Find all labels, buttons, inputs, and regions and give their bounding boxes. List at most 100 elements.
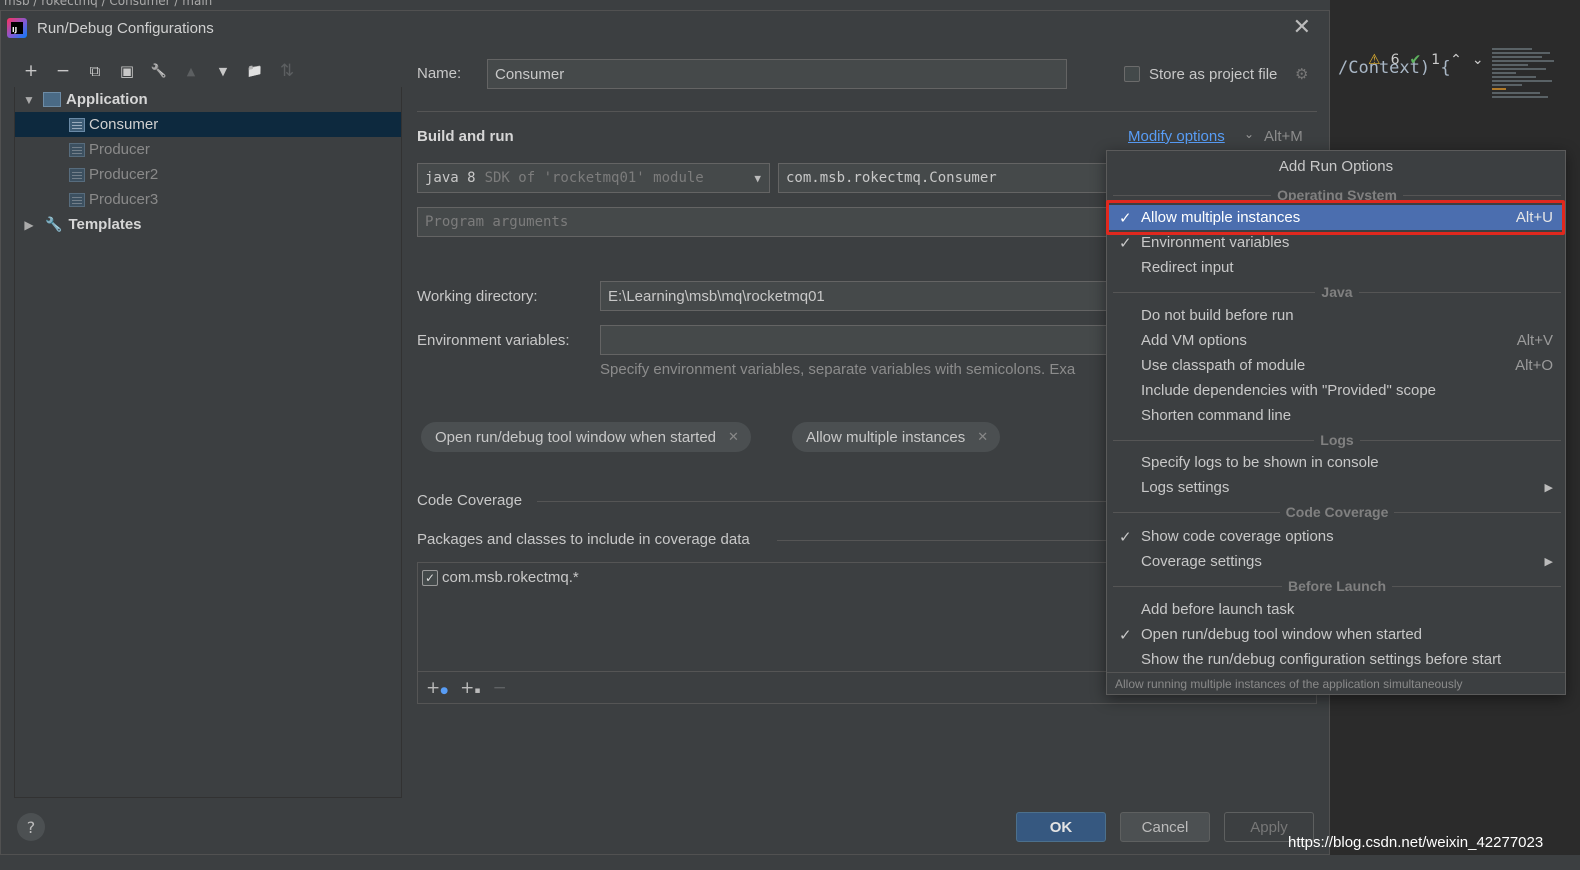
option-label: Redirect input (1141, 259, 1234, 276)
config-icon (69, 192, 85, 207)
section-operating-system: Operating System (1113, 187, 1561, 203)
submenu-arrow-icon: ▶ (1544, 482, 1553, 494)
option-redirect-input[interactable]: Redirect input (1107, 255, 1565, 280)
chevron-down-icon[interactable]: ▼ (21, 93, 37, 107)
check-icon: ✔ (1409, 52, 1422, 68)
option-shortcut: Alt+V (1516, 332, 1553, 349)
environment-variables-field[interactable] (600, 325, 1108, 355)
section-before-launch: Before Launch (1113, 578, 1561, 594)
warning-icon: ⚠ (1368, 52, 1381, 68)
move-down-icon[interactable]: ▼ (207, 59, 239, 83)
option-shortcut: Alt+U (1515, 209, 1553, 226)
option-allow-multiple-instances[interactable]: ✓ Allow multiple instances Alt+U (1107, 205, 1565, 230)
option-label: Shorten command line (1141, 407, 1292, 424)
working-directory-field[interactable]: E:\Learning\msb\mq\rocketmq01 (600, 281, 1108, 311)
popup-title: Add Run Options (1278, 157, 1394, 175)
copy-icon[interactable]: ⧉ (79, 59, 111, 83)
ok-button[interactable]: OK (1016, 812, 1106, 842)
remove-icon[interactable]: − (47, 59, 79, 83)
divider (537, 501, 1107, 502)
option-logs-console[interactable]: Specify logs to be shown in console (1107, 450, 1565, 475)
option-open-tool-window[interactable]: ✓ Open run/debug tool window when starte… (1107, 622, 1565, 647)
gear-icon[interactable]: ⚙ (1295, 65, 1308, 83)
environment-variables-label: Environment variables: (417, 332, 570, 349)
option-add-before-launch[interactable]: Add before launch task (1107, 597, 1565, 622)
move-up-icon[interactable]: ▲ (175, 59, 207, 83)
package-item-label: com.msb.rokectmq.* (442, 569, 579, 586)
chevron-right-icon[interactable]: ▶ (21, 218, 37, 232)
config-icon (69, 142, 85, 157)
check-icon: ✓ (1119, 209, 1132, 227)
checkbox-checked-icon[interactable]: ✓ (422, 569, 438, 586)
close-icon[interactable]: ✕ (977, 429, 988, 445)
option-label: Coverage settings (1141, 553, 1262, 570)
option-label: Specify logs to be shown in console (1141, 454, 1379, 471)
chevron-down-icon[interactable]: ⌄ (1472, 52, 1484, 68)
name-field[interactable]: Consumer (487, 59, 1067, 89)
tree-item-consumer[interactable]: Consumer (15, 112, 401, 137)
option-use-classpath[interactable]: Use classpath of module Alt+O (1107, 353, 1565, 378)
tree-item-producer[interactable]: Producer (15, 137, 401, 162)
option-label: Do not build before run (1141, 307, 1294, 324)
dialog-title: Run/Debug Configurations (37, 19, 214, 37)
chip-open-tool-window: Open run/debug tool window when started ✕ (421, 422, 751, 452)
dialog-titlebar: IJ Run/Debug Configurations ✕ (1, 11, 1329, 45)
chevron-down-icon[interactable]: ⌄ (1244, 127, 1254, 141)
check-icon: ✓ (1119, 626, 1132, 644)
wrench-icon[interactable]: 🔧 (143, 59, 175, 83)
program-arguments-field[interactable]: Program arguments (417, 207, 1108, 237)
option-label: Include dependencies with "Provided" sco… (1141, 382, 1437, 399)
breadcrumb: msb / rokectmq / Consumer / main (4, 0, 213, 8)
working-directory-label: Working directory: (417, 288, 538, 305)
sdk-select[interactable]: java 8 SDK of 'rocketmq01' module ▼ (417, 163, 770, 193)
inspection-widget[interactable]: ⚠ 6 ✔ 1 ⌃ ⌄ (1368, 52, 1484, 68)
chevron-up-icon[interactable]: ⌃ (1450, 52, 1462, 68)
add-icon[interactable]: + (15, 59, 47, 83)
option-coverage-settings[interactable]: Coverage settings ▶ (1107, 549, 1565, 574)
add-package-icon[interactable]: +● (426, 678, 448, 698)
option-label: Logs settings (1141, 479, 1230, 496)
name-label: Name: (417, 65, 462, 82)
tree-item-producer3[interactable]: Producer3 (15, 187, 401, 212)
add-class-icon[interactable]: +▪ (460, 678, 480, 698)
option-environment-variables[interactable]: ✓ Environment variables (1107, 230, 1565, 255)
tree-label-templates: Templates (68, 216, 142, 233)
tree-label-application: Application (66, 91, 148, 108)
config-tree: ▼ Application Consumer Producer Producer… (14, 87, 402, 798)
modify-options-link[interactable]: Modify options (1128, 128, 1225, 145)
config-icon (69, 167, 85, 182)
option-label: Allow multiple instances (1141, 209, 1301, 226)
close-button[interactable]: ✕ (1293, 15, 1311, 40)
option-logs-settings[interactable]: Logs settings ▶ (1107, 475, 1565, 500)
new-folder-icon[interactable]: 📁 (239, 59, 271, 83)
store-as-project-checkbox[interactable] (1124, 66, 1140, 82)
main-class-field[interactable]: com.msb.rokectmq.Consumer (778, 163, 1108, 193)
chip-allow-multiple: Allow multiple instances ✕ (792, 422, 1001, 452)
tree-label-consumer: Consumer (89, 116, 159, 133)
list-item[interactable]: ✓ com.msb.rokectmq.* (422, 569, 579, 586)
option-add-vm-options[interactable]: Add VM options Alt+V (1107, 328, 1565, 353)
cancel-button[interactable]: Cancel (1120, 812, 1210, 842)
sdk-value: java 8 (425, 170, 476, 186)
build-run-heading: Build and run (417, 128, 514, 145)
help-button[interactable]: ? (17, 813, 45, 841)
submenu-arrow-icon: ▶ (1544, 556, 1553, 568)
option-include-provided[interactable]: Include dependencies with "Provided" sco… (1107, 378, 1565, 403)
sdk-hint: SDK of 'rocketmq01' module (484, 170, 704, 186)
tree-label-producer: Producer (89, 141, 150, 158)
tree-node-templates[interactable]: ▶ 🔧 Templates (15, 212, 401, 237)
option-label: Open run/debug tool window when started (1141, 626, 1423, 643)
sort-icon[interactable]: ⇅ (271, 59, 303, 83)
tree-node-application[interactable]: ▼ Application (15, 87, 401, 112)
option-show-settings-before-start[interactable]: Show the run/debug configuration setting… (1107, 647, 1565, 672)
option-label: Use classpath of module (1141, 357, 1306, 374)
option-show-coverage[interactable]: ✓ Show code coverage options (1107, 524, 1565, 549)
packages-label: Packages and classes to include in cover… (417, 531, 750, 548)
tree-item-producer2[interactable]: Producer2 (15, 162, 401, 187)
option-do-not-build[interactable]: Do not build before run (1107, 303, 1565, 328)
remove-icon[interactable]: − (492, 678, 506, 698)
save-icon[interactable]: ▣ (111, 59, 143, 83)
tree-label-producer3: Producer3 (89, 191, 159, 208)
close-icon[interactable]: ✕ (728, 429, 739, 445)
option-shorten-command-line[interactable]: Shorten command line (1107, 403, 1565, 428)
